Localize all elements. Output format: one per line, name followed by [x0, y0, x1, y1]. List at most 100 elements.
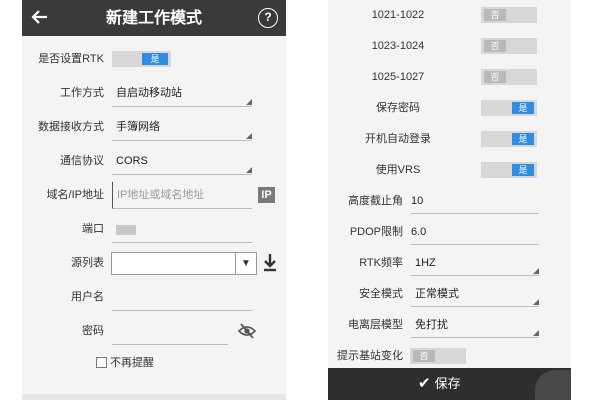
- domain-placeholder: IP地址或域名地址: [117, 189, 205, 201]
- save-password-toggle-value: 是: [512, 102, 534, 114]
- use-vrs-label: 使用VRS: [375, 164, 421, 176]
- safe-mode-select[interactable]: 正常模式: [411, 282, 539, 307]
- msg-1025-label: 1025-1027: [371, 71, 425, 83]
- save-password-toggle[interactable]: 是: [481, 100, 537, 116]
- select-corner-icon: [246, 167, 252, 173]
- username-input[interactable]: [112, 284, 252, 311]
- select-corner-icon: [533, 268, 539, 274]
- ionosphere-label: 电离层模型: [348, 319, 403, 331]
- ionosphere-select[interactable]: 免打扰: [411, 313, 539, 338]
- ionosphere-value: 免打扰: [415, 319, 448, 331]
- no-remind-label: 不再提醒: [110, 357, 154, 369]
- help-button[interactable]: ?: [258, 8, 278, 28]
- data-receive-value: 手簿网络: [116, 121, 160, 133]
- select-corner-icon: [533, 330, 539, 336]
- domain-label: 域名/IP地址: [46, 189, 104, 201]
- pdop-row: PDOP限制 6.0: [328, 217, 571, 248]
- check-icon: ✔: [418, 375, 431, 392]
- domain-input[interactable]: IP地址或域名地址: [112, 182, 252, 209]
- base-change-toggle-value: 否: [413, 350, 435, 362]
- no-remind-row: 不再提醒: [22, 348, 286, 378]
- msg-1021-toggle-value: 否: [484, 9, 506, 21]
- msg-1021-toggle[interactable]: 否: [481, 7, 537, 23]
- safe-mode-label: 安全模式: [359, 288, 403, 300]
- source-table-row: 源列表 ▼: [22, 246, 286, 280]
- rtk-setting-row: 是否设置RTK 是: [22, 42, 286, 76]
- msg-1023-row: 1023-1024 否: [328, 31, 571, 62]
- save-password-row: 保存密码 是: [328, 93, 571, 124]
- triangle-down-icon[interactable]: ▼: [235, 253, 256, 274]
- data-receive-row: 数据接收方式 手簿网络: [22, 110, 286, 144]
- new-work-mode-screen: 新建工作模式 ? 是否设置RTK 是 工作方式 自启动移动站 数据接收方式 手簿…: [22, 0, 286, 400]
- msg-1025-toggle-value: 否: [484, 71, 506, 83]
- work-mode-value: 自启动移动站: [116, 87, 182, 99]
- msg-1021-label: 1021-1022: [371, 9, 425, 21]
- work-mode-settings-scrolled: 1021-1022 否 1023-1024 否 1025-1027 否 保存密码…: [328, 0, 571, 400]
- use-vrs-row: 使用VRS 是: [328, 155, 571, 186]
- safe-mode-value: 正常模式: [415, 288, 459, 300]
- password-input[interactable]: [112, 318, 228, 345]
- username-row: 用户名: [22, 280, 286, 314]
- base-change-toggle[interactable]: 否: [410, 348, 466, 364]
- msg-1021-row: 1021-1022 否: [328, 0, 571, 31]
- rtk-freq-value: 1HZ: [415, 257, 436, 269]
- work-mode-select[interactable]: 自启动移动站: [112, 80, 252, 107]
- msg-1023-toggle-value: 否: [484, 40, 506, 52]
- rtk-freq-select[interactable]: 1HZ: [411, 251, 539, 276]
- rtk-toggle-value: 是: [142, 53, 168, 65]
- msg-1025-toggle[interactable]: 否: [481, 69, 537, 85]
- save-label: 保存: [434, 376, 461, 391]
- use-vrs-toggle[interactable]: 是: [481, 162, 537, 178]
- msg-1023-toggle[interactable]: 否: [481, 38, 537, 54]
- select-corner-icon: [533, 299, 539, 305]
- select-corner-icon: [246, 133, 252, 139]
- protocol-label: 通信协议: [60, 155, 104, 167]
- data-receive-select[interactable]: 手簿网络: [112, 114, 252, 141]
- work-mode-label: 工作方式: [60, 87, 104, 99]
- source-table-combo[interactable]: ▼: [111, 252, 257, 275]
- auto-login-toggle[interactable]: 是: [481, 131, 537, 147]
- rtk-toggle[interactable]: 是: [112, 51, 171, 67]
- username-label: 用户名: [71, 291, 104, 303]
- elevation-input[interactable]: 10: [411, 189, 539, 214]
- no-remind-checkbox[interactable]: [96, 357, 107, 368]
- rtk-setting-label: 是否设置RTK: [38, 53, 104, 65]
- pdop-value: 6.0: [411, 226, 427, 238]
- page-title: 新建工作模式: [105, 8, 202, 27]
- domain-row: 域名/IP地址 IP地址或域名地址 IP: [22, 178, 286, 212]
- bottom-divider: [22, 394, 286, 400]
- password-label: 密码: [82, 325, 104, 337]
- ionosphere-row: 电离层模型 免打扰: [328, 310, 571, 341]
- msg-1025-row: 1025-1027 否: [328, 62, 571, 93]
- app-header: 新建工作模式 ?: [22, 0, 286, 36]
- protocol-value: CORS: [116, 155, 148, 167]
- pdop-label: PDOP限制: [349, 226, 403, 238]
- port-label: 端口: [82, 223, 104, 235]
- elevation-row: 高度截止角 10: [328, 186, 571, 217]
- save-button[interactable]: ✔ 保存: [418, 368, 461, 400]
- use-vrs-toggle-value: 是: [512, 164, 534, 176]
- rtk-freq-row: RTK频率 1HZ: [328, 248, 571, 279]
- work-mode-row: 工作方式 自启动移动站: [22, 76, 286, 110]
- safe-mode-row: 安全模式 正常模式: [328, 279, 571, 310]
- pdop-input[interactable]: 6.0: [411, 220, 539, 245]
- elevation-value: 10: [411, 195, 424, 207]
- ip-button[interactable]: IP: [258, 187, 275, 203]
- eye-off-icon[interactable]: [238, 323, 256, 339]
- auto-login-row: 开机自动登录 是: [328, 124, 571, 155]
- port-redacted-value: [116, 225, 136, 235]
- auto-login-toggle-value: 是: [512, 133, 534, 145]
- data-receive-label: 数据接收方式: [38, 121, 104, 133]
- protocol-row: 通信协议 CORS: [22, 144, 286, 178]
- elevation-label: 高度截止角: [348, 195, 403, 207]
- download-icon[interactable]: [262, 253, 278, 273]
- port-input[interactable]: [112, 216, 252, 243]
- save-password-label: 保存密码: [376, 102, 420, 114]
- select-corner-icon: [246, 99, 252, 105]
- msg-1023-label: 1023-1024: [371, 40, 425, 52]
- protocol-select[interactable]: CORS: [112, 148, 252, 175]
- auto-login-label: 开机自动登录: [365, 133, 431, 145]
- password-row: 密码: [22, 314, 286, 348]
- port-row: 端口: [22, 212, 286, 246]
- rtk-freq-label: RTK频率: [359, 257, 403, 269]
